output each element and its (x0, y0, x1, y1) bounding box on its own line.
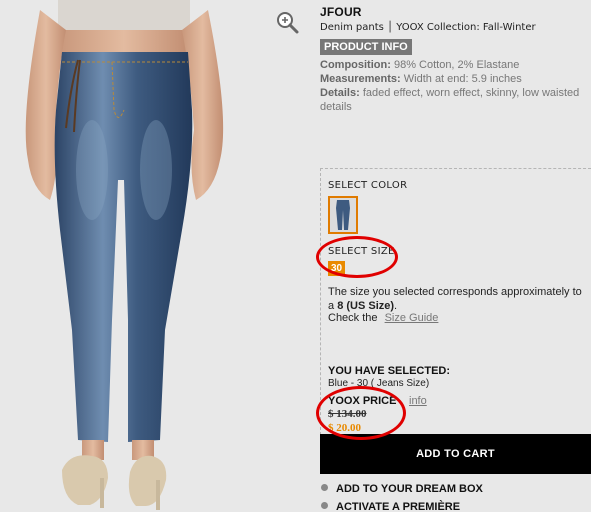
original-price: $ 134.00 (328, 408, 367, 420)
selected-title: YOU HAVE SELECTED: (328, 365, 451, 377)
details-row: Details: faded effect, worn effect, skin… (320, 86, 591, 100)
brand-name: JFOUR (320, 5, 362, 19)
us-size: 8 (US Size) (337, 300, 395, 312)
composition-label: Composition: (320, 59, 391, 71)
size-option[interactable]: 30 (328, 261, 345, 276)
composition-value: 98% Cotton, 2% Elastane (393, 59, 520, 71)
bullet-icon (321, 484, 328, 491)
size-guide-prefix: Check the (328, 312, 378, 324)
composition-row: Composition: 98% Cotton, 2% Elastane (320, 58, 591, 72)
premiere-label: ACTIVATE A PREMIÈRE (336, 501, 461, 512)
add-to-cart-button[interactable]: ADD TO CART (320, 434, 591, 474)
product-info: JFOUR Denim pants │ YOOX Collection: Fal… (320, 5, 591, 114)
selected-value: Blue - 30 ( Jeans Size) (328, 378, 430, 389)
price-title: YOOX PRICE (328, 395, 397, 407)
add-to-dream-box-link[interactable]: ADD TO YOUR DREAM BOX (321, 483, 483, 495)
size-guide-link[interactable]: Size Guide (385, 312, 439, 324)
details-value: faded effect, worn effect, skinny, low w… (362, 87, 580, 99)
measurements-label: Measurements: (320, 73, 401, 85)
zoom-in-icon[interactable] (275, 10, 301, 36)
color-swatch[interactable] (328, 196, 358, 234)
select-size-label: SELECT SIZE (328, 246, 395, 257)
measurements-value: Width at end: 5.9 inches (403, 73, 522, 85)
size-note-line1: The size you selected corresponds approx… (328, 286, 582, 298)
size-note-suffix: . (394, 300, 398, 312)
price-info-link[interactable]: info (409, 395, 427, 407)
dream-box-label: ADD TO YOUR DREAM BOX (336, 483, 483, 495)
product-subtitle: Denim pants │ YOOX Collection: Fall-Wint… (320, 22, 536, 33)
measurements-row: Measurements: Width at end: 5.9 inches (320, 72, 591, 86)
select-color-label: SELECT COLOR (328, 180, 408, 191)
product-info-badge: PRODUCT INFO (320, 39, 412, 55)
details-continued: details (320, 101, 352, 113)
details-label: Details: (320, 87, 360, 99)
sale-price: $ 20.00 (328, 422, 361, 434)
selection-panel: SELECT COLOR SELECT SIZE 30 The size you… (320, 168, 591, 440)
size-guide-row: Check the Size Guide (328, 312, 438, 324)
size-note: The size you selected corresponds approx… (328, 285, 588, 313)
bullet-icon (321, 502, 328, 509)
product-specs: Composition: 98% Cotton, 2% Elastane Mea… (320, 58, 591, 114)
size-note-prefix: a (328, 300, 338, 312)
activate-premiere-link[interactable]: ACTIVATE A PREMIÈRE (321, 501, 460, 512)
product-photo[interactable] (0, 0, 258, 512)
